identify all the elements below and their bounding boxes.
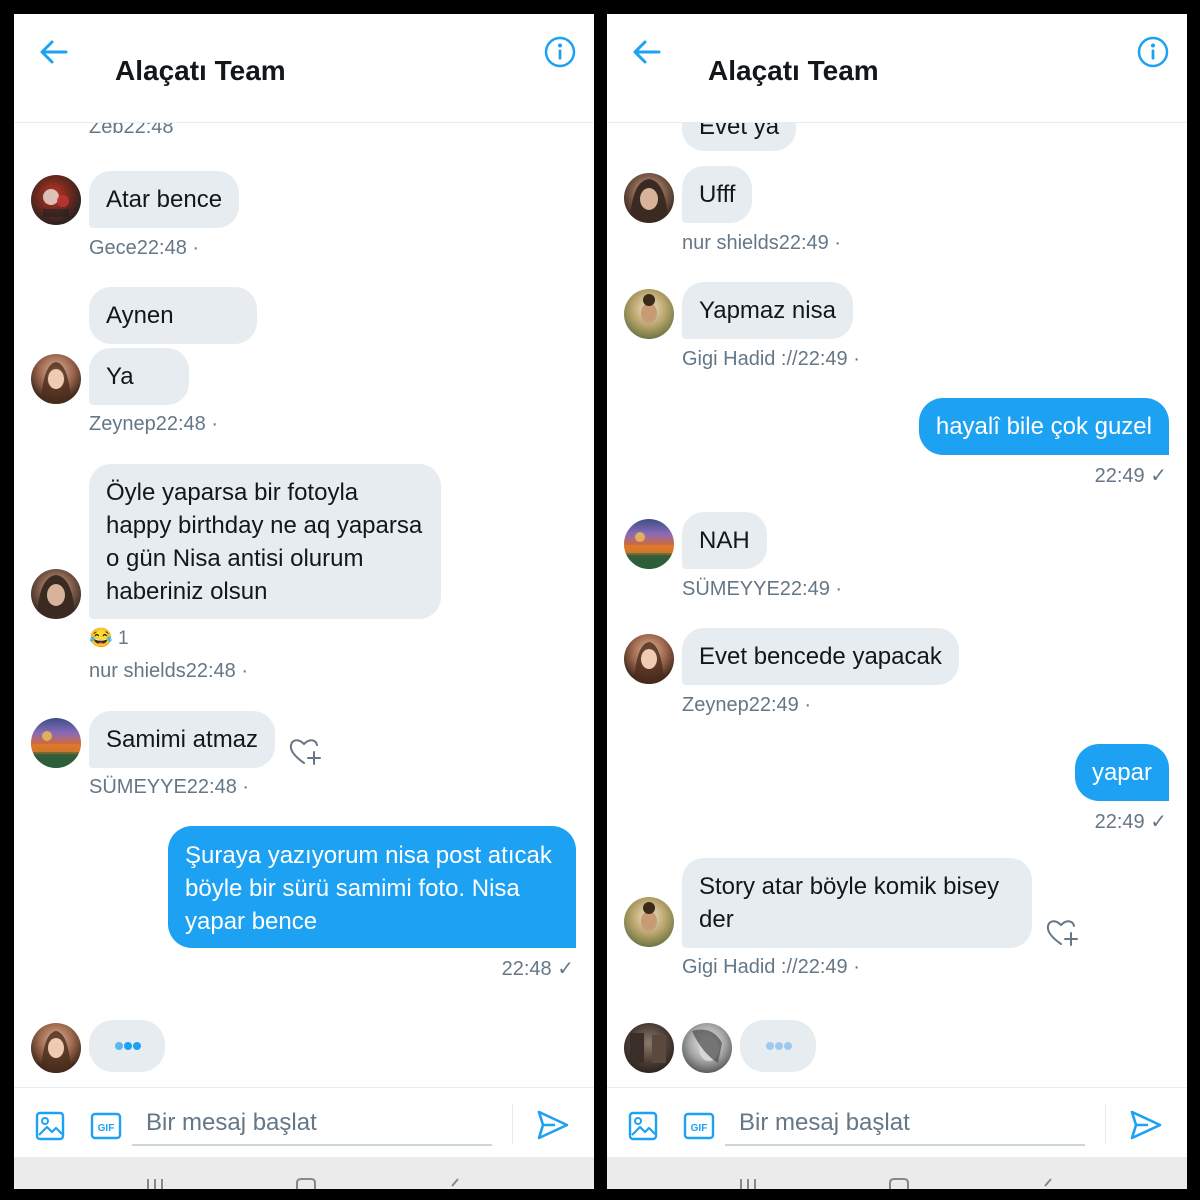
message-line: Öyle yaparsa bir fotoyla — [106, 479, 359, 506]
back-nav-icon[interactable] — [444, 1177, 466, 1189]
message-bubble[interactable]: Ufff — [682, 166, 753, 223]
laughing-emoji-icon: 😂 — [89, 628, 113, 649]
send-icon[interactable] — [1128, 1108, 1164, 1142]
message-bubble[interactable]: Yapmaz nisa — [682, 282, 853, 339]
avatar[interactable] — [624, 289, 674, 339]
message-input[interactable] — [132, 1102, 492, 1146]
message-meta: Gigi Hadid ://22:49 · — [682, 348, 860, 370]
system-navigation-bar — [14, 1157, 594, 1189]
message-list[interactable]: Zeb22:48 Atar bence Gece22:48 · Aynen Ya… — [14, 123, 594, 1093]
message-bubble[interactable]: Ya — [89, 348, 189, 405]
message-text: Ufff — [699, 181, 736, 208]
svg-text:GIF: GIF — [98, 1123, 115, 1134]
home-icon[interactable] — [888, 1177, 910, 1189]
avatar[interactable] — [31, 175, 81, 225]
message-bubble[interactable]: Atar bence — [89, 171, 240, 228]
message-meta-cutoff: Zeb22:48 — [89, 123, 174, 138]
message-text: Samimi atmaz — [106, 726, 259, 753]
avatar[interactable] — [31, 354, 81, 404]
recent-apps-icon[interactable] — [737, 1177, 759, 1189]
chat-header: Alaçatı Team — [607, 14, 1187, 123]
message-meta: Zeynep22:49 · — [682, 694, 811, 716]
message-meta: nur shields22:49 · — [682, 232, 841, 254]
arrow-left-icon[interactable] — [631, 38, 663, 66]
avatar[interactable] — [31, 1023, 81, 1073]
message-line: böyle bir sürü samimi foto. Nisa — [185, 875, 520, 902]
home-icon[interactable] — [295, 1177, 317, 1189]
message-bubble-sent[interactable]: hayalî bile çok guzel — [918, 398, 1169, 455]
reaction-count: 1 — [117, 628, 129, 649]
message-line: der — [699, 906, 734, 933]
arrow-left-icon[interactable] — [38, 38, 70, 66]
image-icon[interactable] — [627, 1110, 659, 1142]
message-bubble[interactable]: Samimi atmaz — [89, 711, 276, 768]
message-meta-sent: 22:48 ✓ — [501, 958, 574, 980]
chat-panel-left: Alaçatı Team Zeb22:48 Atar bence Gece22:… — [14, 14, 594, 1189]
avatar[interactable] — [31, 569, 81, 619]
message-meta: SÜMEYYE22:48 · — [89, 776, 250, 798]
message-bubble[interactable]: Story atar böyle komik bisey der — [682, 858, 1032, 948]
message-line: happy birthday ne aq yaparsa — [106, 512, 423, 539]
message-line: o gün Nisa antisi olurum — [106, 545, 364, 572]
heart-plus-icon[interactable] — [288, 735, 322, 767]
recent-apps-icon[interactable] — [144, 1177, 166, 1189]
info-icon[interactable] — [544, 36, 576, 68]
message-line: yapar bence — [185, 908, 318, 935]
message-line: haberiniz olsun — [106, 578, 268, 605]
message-text: Evet bencede yapacak — [699, 643, 942, 670]
avatar[interactable] — [624, 1023, 674, 1073]
message-line: Story atar böyle komik bisey — [699, 873, 1000, 900]
message-meta: Zeynep22:48 · — [89, 413, 218, 435]
message-text: Ya — [106, 363, 134, 390]
message-meta: nur shields22:48 · — [89, 660, 248, 682]
message-bubble[interactable]: Aynen — [89, 287, 257, 344]
message-meta-sent: 22:49 ✓ — [1094, 811, 1167, 833]
svg-text:GIF: GIF — [691, 1123, 708, 1134]
message-text: NAH — [699, 527, 750, 554]
chat-header: Alaçatı Team — [14, 14, 594, 123]
message-text: Evet ya — [699, 123, 780, 140]
message-text: Yapmaz nisa — [699, 297, 836, 324]
message-meta: SÜMEYYE22:49 · — [682, 578, 843, 600]
system-navigation-bar — [607, 1157, 1187, 1189]
message-bubble[interactable]: Evet bencede yapacak — [682, 628, 959, 685]
avatar[interactable] — [624, 634, 674, 684]
message-text: hayalî bile çok guzel — [935, 413, 1152, 440]
message-input[interactable] — [725, 1102, 1085, 1146]
typing-indicator — [89, 1020, 165, 1072]
message-bubble[interactable]: NAH — [682, 512, 767, 569]
avatar[interactable] — [682, 1023, 732, 1073]
gif-icon[interactable]: GIF — [90, 1111, 122, 1141]
avatar[interactable] — [624, 173, 674, 223]
avatar[interactable] — [624, 519, 674, 569]
reaction-badge[interactable]: 😂 1 — [89, 626, 129, 650]
back-nav-icon[interactable] — [1037, 1177, 1059, 1189]
message-bubble[interactable]: Öyle yaparsa bir fotoyla happy birthday … — [89, 464, 441, 619]
message-meta: Gece22:48 · — [89, 237, 200, 259]
send-icon[interactable] — [535, 1108, 571, 1142]
heart-plus-icon[interactable] — [1045, 916, 1079, 948]
message-bubble-cutoff[interactable]: Evet ya — [682, 123, 797, 151]
message-list[interactable]: Evet ya Ufff nur shields22:49 · Yapmaz n… — [607, 123, 1187, 1093]
avatar[interactable] — [31, 718, 81, 768]
message-text: Atar bence — [106, 186, 223, 213]
divider — [1105, 1104, 1106, 1144]
message-line: Şuraya yazıyorum nisa post atıcak — [185, 842, 552, 869]
typing-indicator — [740, 1020, 816, 1072]
message-bubble-sent[interactable]: yapar — [1074, 744, 1169, 801]
gif-icon[interactable]: GIF — [683, 1111, 715, 1141]
image-icon[interactable] — [34, 1110, 66, 1142]
chat-title: Alaçatı Team — [115, 55, 286, 86]
divider — [512, 1104, 513, 1144]
avatar[interactable] — [624, 897, 674, 947]
message-meta: Gigi Hadid ://22:49 · — [682, 956, 860, 978]
chat-title: Alaçatı Team — [708, 55, 879, 86]
info-icon[interactable] — [1137, 36, 1169, 68]
message-bubble-sent[interactable]: Şuraya yazıyorum nisa post atıcak böyle … — [168, 826, 576, 948]
message-meta-sent: 22:49 ✓ — [1094, 465, 1167, 487]
message-text: Aynen — [106, 302, 174, 329]
chat-panel-right: Alaçatı Team Evet ya Ufff nur shields22:… — [607, 14, 1187, 1189]
message-text: yapar — [1091, 759, 1152, 786]
